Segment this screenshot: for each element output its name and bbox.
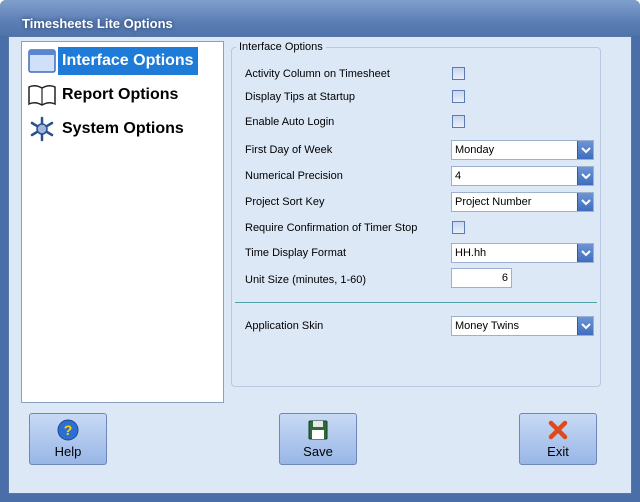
first-day-value: Monday — [455, 144, 495, 156]
time-format-select[interactable]: HH.hh — [451, 243, 594, 263]
nav-item-report-options[interactable]: Report Options — [26, 80, 182, 110]
label-activity-column: Activity Column on Timesheet — [245, 68, 390, 80]
label-auto-login: Enable Auto Login — [245, 116, 335, 128]
row-time-format: Time Display Format — [245, 243, 346, 263]
exit-button[interactable]: Exit — [519, 413, 597, 465]
sort-key-value: Project Number — [455, 196, 532, 208]
label-display-tips: Display Tips at Startup — [245, 91, 356, 103]
book-icon — [26, 81, 58, 109]
row-activity-column: Activity Column on Timesheet — [245, 64, 390, 84]
svg-text:?: ? — [64, 422, 73, 438]
help-label: Help — [54, 444, 82, 459]
skin-value: Money Twins — [455, 320, 519, 332]
unit-size-input[interactable]: 6 — [451, 268, 512, 288]
floppy-disk-icon — [307, 419, 329, 441]
exit-label: Exit — [547, 444, 569, 459]
nav-label-interface: Interface Options — [58, 47, 198, 75]
nav-label-report: Report Options — [62, 86, 179, 103]
nav-label-system: System Options — [62, 120, 184, 137]
label-unit-size: Unit Size (minutes, 1-60) — [245, 274, 367, 286]
row-sort-key: Project Sort Key — [245, 192, 324, 212]
precision-select[interactable]: 4 — [451, 166, 594, 186]
precision-value: 4 — [455, 170, 462, 182]
row-unit-size: Unit Size (minutes, 1-60) — [245, 270, 366, 290]
sort-key-select[interactable]: Project Number — [451, 192, 594, 212]
row-auto-login: Enable Auto Login — [245, 112, 334, 132]
chevron-down-icon[interactable] — [577, 317, 593, 335]
unit-size-value: 6 — [501, 272, 508, 284]
activity-column-checkbox[interactable] — [452, 67, 465, 80]
save-button[interactable]: Save — [279, 413, 357, 465]
client-area: Interface Options Report Options System … — [8, 36, 632, 494]
window-icon — [26, 47, 58, 75]
chevron-down-icon[interactable] — [577, 193, 593, 211]
skin-select[interactable]: Money Twins — [451, 316, 594, 336]
nav-item-interface-options[interactable]: Interface Options — [26, 46, 198, 76]
label-first-day: First Day of Week — [245, 144, 333, 156]
close-icon — [547, 419, 569, 441]
row-skin: Application Skin — [245, 316, 323, 336]
title-bar[interactable]: Timesheets Lite Options — [0, 0, 640, 36]
options-window: Timesheets Lite Options Interface Option… — [0, 0, 640, 502]
nav-item-system-options[interactable]: System Options — [26, 114, 188, 144]
label-skin: Application Skin — [245, 320, 324, 332]
row-first-day: First Day of Week — [245, 140, 332, 160]
time-format-value: HH.hh — [455, 247, 487, 259]
chevron-down-icon[interactable] — [577, 167, 593, 185]
label-precision: Numerical Precision — [245, 170, 343, 182]
gear-icon — [26, 115, 58, 143]
options-nav: Interface Options Report Options System … — [21, 41, 224, 403]
first-day-select[interactable]: Monday — [451, 140, 594, 160]
group-separator — [235, 302, 597, 303]
chevron-down-icon[interactable] — [577, 244, 593, 262]
group-caption: Interface Options — [236, 41, 326, 53]
help-button[interactable]: ? Help — [29, 413, 107, 465]
chevron-down-icon[interactable] — [577, 141, 593, 159]
save-label: Save — [303, 444, 333, 459]
label-time-format: Time Display Format — [245, 247, 347, 259]
window-title: Timesheets Lite Options — [22, 16, 173, 31]
label-confirm-stop: Require Confirmation of Timer Stop — [245, 222, 418, 234]
display-tips-checkbox[interactable] — [452, 90, 465, 103]
row-confirm-stop: Require Confirmation of Timer Stop — [245, 218, 417, 238]
row-precision: Numerical Precision — [245, 166, 343, 186]
auto-login-checkbox[interactable] — [452, 115, 465, 128]
label-sort-key: Project Sort Key — [245, 196, 325, 208]
help-icon: ? — [57, 419, 79, 441]
interface-options-group: Interface Options Activity Column on Tim… — [231, 41, 601, 387]
row-display-tips: Display Tips at Startup — [245, 87, 355, 107]
confirm-stop-checkbox[interactable] — [452, 221, 465, 234]
